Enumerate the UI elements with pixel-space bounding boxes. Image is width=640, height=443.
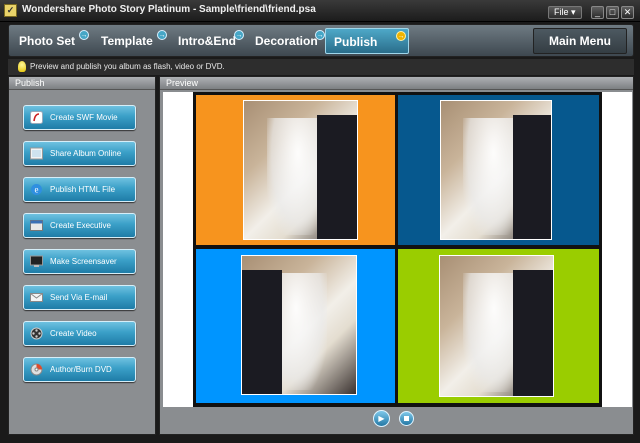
button-label: Publish HTML File: [50, 185, 116, 194]
close-button[interactable]: ✕: [621, 6, 634, 19]
wedding-photo: [241, 255, 357, 395]
share-online-icon: [30, 147, 43, 160]
main-tab-bar: Photo Set → Template → Intro&End → Decor…: [8, 24, 634, 57]
panel-title: Publish: [9, 77, 155, 90]
email-icon: [30, 293, 43, 302]
publish-html-file-button[interactable]: e Publish HTML File: [23, 177, 136, 202]
maximize-button[interactable]: □: [606, 6, 619, 19]
panel-title: Preview: [160, 77, 633, 90]
publish-panel: Publish Create SWF Movie Share Album Onl…: [8, 76, 156, 435]
button-label: Author/Burn DVD: [50, 365, 112, 374]
app-logo-icon: ✓: [4, 4, 17, 17]
share-album-online-button[interactable]: Share Album Online: [23, 141, 136, 166]
send-via-email-button[interactable]: Send Via E-mail: [23, 285, 136, 310]
tab-label: Intro&End: [178, 34, 236, 48]
preview-stage: [163, 92, 632, 407]
arrow-right-icon: →: [234, 30, 244, 40]
collage-cell-green: [398, 249, 599, 403]
wedding-photo: [439, 255, 554, 397]
minimize-button[interactable]: _: [591, 6, 604, 19]
tab-decoration[interactable]: Decoration →: [247, 28, 327, 54]
dvd-icon: [30, 363, 43, 376]
hint-text: Preview and publish you album as flash, …: [30, 62, 225, 71]
create-executive-button[interactable]: Create Executive: [23, 213, 136, 238]
create-swf-movie-button[interactable]: Create SWF Movie: [23, 105, 136, 130]
window-title: Wondershare Photo Story Platinum - Sampl…: [22, 4, 316, 15]
stop-button[interactable]: [399, 411, 414, 426]
preview-panel: Preview ▶: [159, 76, 634, 435]
collage-cell-navy: [398, 95, 599, 245]
button-label: Create Video: [50, 329, 97, 338]
tab-publish[interactable]: Publish →: [325, 28, 409, 54]
video-reel-icon: [30, 327, 43, 340]
author-burn-dvd-button[interactable]: Author/Burn DVD: [23, 357, 136, 382]
arrow-right-icon: →: [79, 30, 89, 40]
wedding-photo: [243, 100, 358, 240]
lightbulb-icon: [18, 61, 26, 72]
button-label: Create SWF Movie: [50, 113, 118, 122]
button-label: Create Executive: [50, 221, 111, 230]
swf-icon: [30, 111, 43, 124]
arrow-right-icon: →: [315, 30, 325, 40]
tab-label: Publish: [334, 35, 378, 49]
wedding-photo: [440, 100, 552, 240]
screensaver-icon: [30, 255, 43, 267]
tab-label: Template: [101, 34, 153, 48]
tab-template[interactable]: Template →: [93, 28, 169, 54]
make-screensaver-button[interactable]: Make Screensaver: [23, 249, 136, 274]
photo-collage: [193, 92, 602, 407]
tab-label: Decoration: [255, 34, 318, 48]
ie-icon: e: [31, 184, 42, 195]
tab-label: Photo Set: [19, 34, 75, 48]
arrow-right-icon: →: [396, 31, 406, 41]
tab-intro-end[interactable]: Intro&End →: [170, 28, 246, 54]
arrow-right-icon: →: [157, 30, 167, 40]
svg-text:e: e: [35, 185, 39, 195]
button-label: Share Album Online: [50, 149, 122, 158]
tab-photo-set[interactable]: Photo Set →: [11, 28, 91, 54]
button-label: Make Screensaver: [50, 257, 117, 266]
button-label: Send Via E-mail: [50, 293, 108, 302]
executive-icon: [30, 220, 43, 231]
collage-cell-blue: [196, 249, 395, 403]
file-menu-button[interactable]: File ▾: [548, 6, 582, 19]
main-menu-button[interactable]: Main Menu: [533, 28, 627, 54]
hint-bar: Preview and publish you album as flash, …: [8, 59, 634, 75]
create-video-button[interactable]: Create Video: [23, 321, 136, 346]
collage-cell-orange: [196, 95, 395, 245]
title-bar: ✓ Wondershare Photo Story Platinum - Sam…: [0, 0, 640, 22]
play-button[interactable]: ▶: [373, 410, 390, 427]
